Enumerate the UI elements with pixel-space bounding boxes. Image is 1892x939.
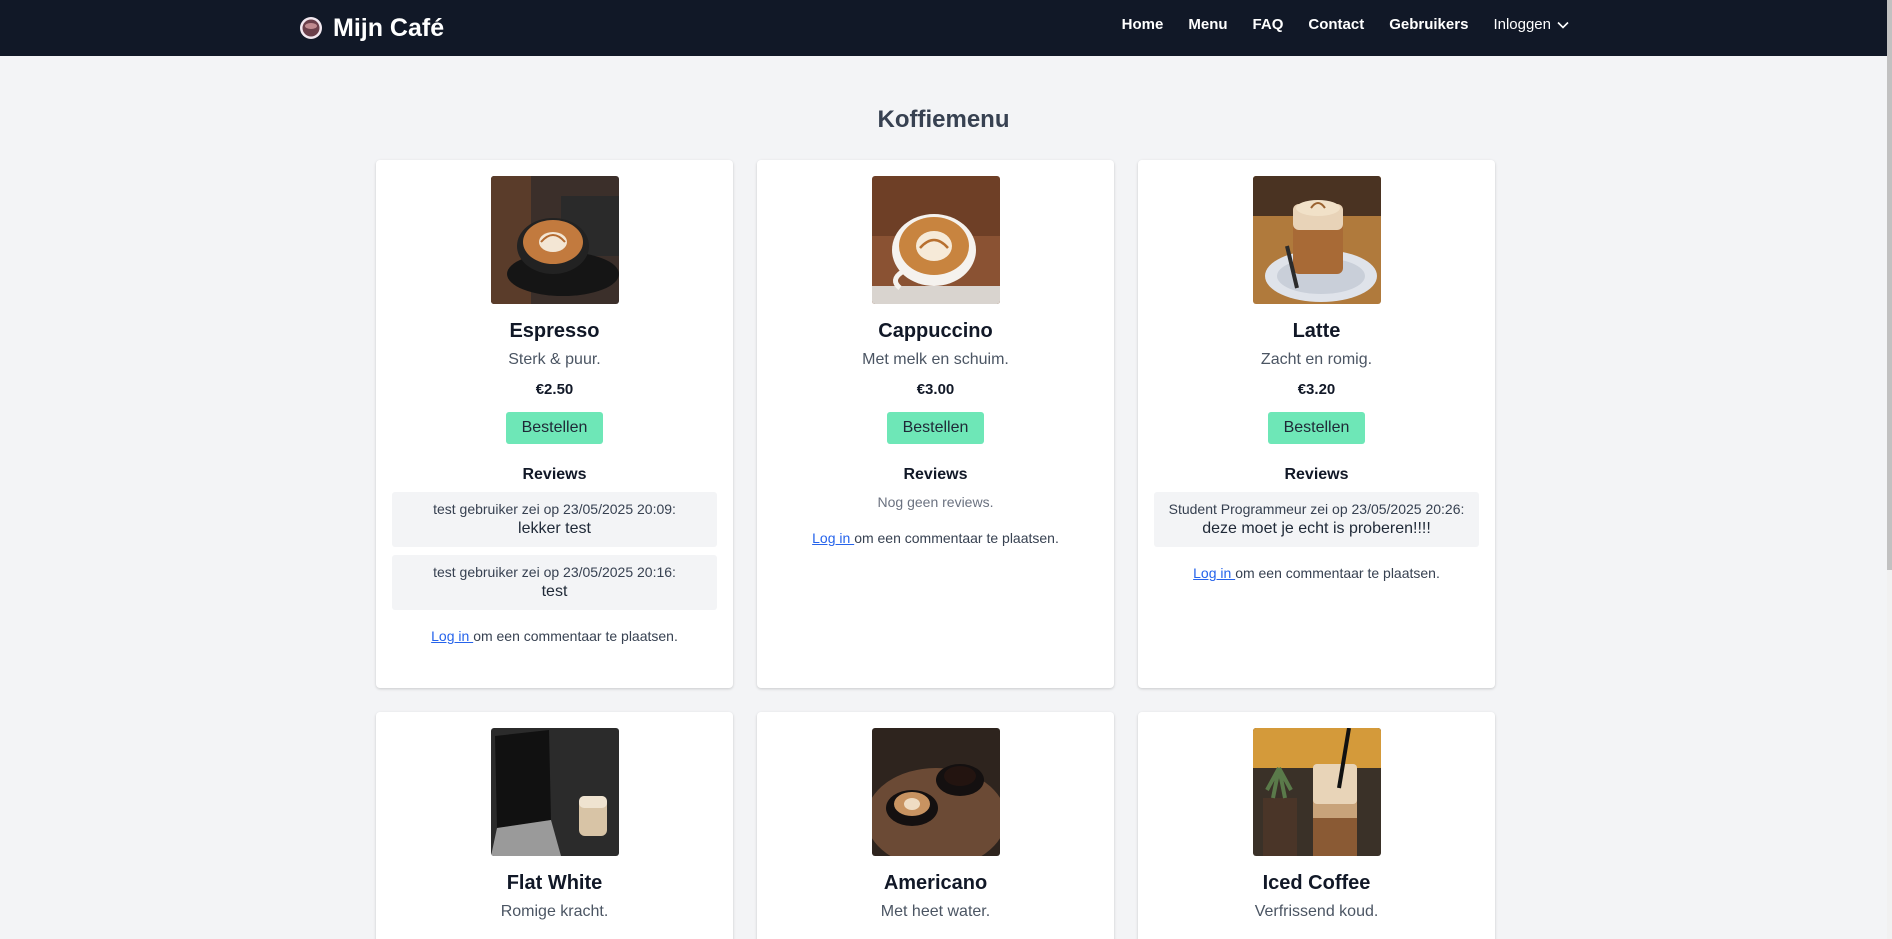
scrollbar-thumb[interactable] <box>1887 0 1892 570</box>
product-name: Espresso <box>509 320 600 342</box>
review-meta: Student Programmeur zei op 23/05/2025 20… <box>1168 501 1465 517</box>
product-description: Met melk en schuim. <box>862 351 1009 368</box>
coffee-cup-icon <box>300 17 322 39</box>
americano-photo <box>871 728 1000 856</box>
nav-users[interactable]: Gebruikers <box>1389 16 1468 33</box>
review-meta: test gebruiker zei op 23/05/2025 20:09: <box>433 501 676 517</box>
product-description: Met heet water. <box>880 903 991 920</box>
login-to-comment: Log in om een commentaar te plaatsen. <box>1154 565 1479 581</box>
review-item: Student Programmeur zei op 23/05/2025 20… <box>1154 492 1479 547</box>
product-price: €2.50 <box>535 381 574 398</box>
login-note-text: om een commentaar te plaatsen. <box>1235 565 1440 581</box>
product-card-iced-coffee: Iced Coffee Verfrissend koud. <box>1138 712 1495 939</box>
login-dropdown-label: Inloggen <box>1493 16 1551 33</box>
cappuccino-photo <box>871 176 1000 304</box>
login-link[interactable]: Log in <box>812 530 854 546</box>
reviews-heading: Reviews <box>522 466 587 483</box>
review-item: test gebruiker zei op 23/05/2025 20:09: … <box>392 492 717 547</box>
order-button-cappuccino[interactable]: Bestellen <box>886 412 985 444</box>
login-link[interactable]: Log in <box>1193 565 1235 581</box>
login-to-comment: Log in om een commentaar te plaatsen. <box>392 628 717 644</box>
product-name: Latte <box>1292 320 1341 342</box>
page-title: Koffiemenu <box>877 106 1010 133</box>
brand-name: Mijn Café <box>333 13 445 42</box>
product-description: Romige kracht. <box>500 903 609 920</box>
review-item: test gebruiker zei op 23/05/2025 20:16: … <box>392 555 717 610</box>
nav-home[interactable]: Home <box>1122 16 1164 33</box>
espresso-photo <box>490 176 619 304</box>
nav-contact[interactable]: Contact <box>1308 16 1364 33</box>
brand-logo[interactable]: Mijn Café <box>299 11 444 45</box>
product-description: Sterk & puur. <box>508 351 601 368</box>
page-scrollbar[interactable] <box>1887 0 1892 939</box>
login-link[interactable]: Log in <box>431 628 473 644</box>
login-note-text: om een commentaar te plaatsen. <box>854 530 1059 546</box>
product-description: Verfrissend koud. <box>1254 903 1379 920</box>
latte-photo <box>1252 176 1381 304</box>
order-button-latte[interactable]: Bestellen <box>1267 412 1366 444</box>
nav-links: Home Menu FAQ Contact Gebruikers Inlogge… <box>1122 0 1569 49</box>
reviews-heading: Reviews <box>903 466 968 483</box>
product-card-flat-white: Flat White Romige kracht. <box>376 712 733 939</box>
product-card-americano: Americano Met heet water. <box>757 712 1114 939</box>
iced-coffee-photo <box>1252 728 1381 856</box>
chevron-down-icon <box>1557 21 1569 29</box>
order-button-espresso[interactable]: Bestellen <box>505 412 604 444</box>
top-navbar: Mijn Café Home Menu FAQ Contact Gebruike… <box>0 0 1887 56</box>
product-name: Americano <box>883 872 988 894</box>
product-card-espresso: Espresso Sterk & puur. €2.50 Bestellen R… <box>376 160 733 688</box>
login-dropdown[interactable]: Inloggen <box>1493 16 1569 33</box>
login-to-comment: Log in om een commentaar te plaatsen. <box>773 530 1098 546</box>
product-name: Flat White <box>506 872 603 894</box>
product-description: Zacht en romig. <box>1260 351 1373 368</box>
reviews-heading: Reviews <box>1284 466 1349 483</box>
product-price: €3.20 <box>1297 381 1336 398</box>
flat-white-photo <box>490 728 619 856</box>
login-note-text: om een commentaar te plaatsen. <box>473 628 678 644</box>
review-text: deze moet je echt is proberen!!!! <box>1202 520 1431 537</box>
product-price: €3.00 <box>916 381 955 398</box>
review-meta: test gebruiker zei op 23/05/2025 20:16: <box>433 564 676 580</box>
product-card-latte: Latte Zacht en romig. €3.20 Bestellen Re… <box>1138 160 1495 688</box>
review-text: test <box>541 583 568 600</box>
product-card-cappuccino: Cappuccino Met melk en schuim. €3.00 Bes… <box>757 160 1114 688</box>
no-reviews-text: Nog geen reviews. <box>877 494 994 510</box>
nav-menu[interactable]: Menu <box>1188 16 1227 33</box>
review-text: lekker test <box>518 520 591 537</box>
product-grid: Espresso Sterk & puur. €2.50 Bestellen R… <box>376 160 1496 939</box>
nav-faq[interactable]: FAQ <box>1253 16 1284 33</box>
product-name: Iced Coffee <box>1262 872 1371 894</box>
product-name: Cappuccino <box>878 320 993 342</box>
